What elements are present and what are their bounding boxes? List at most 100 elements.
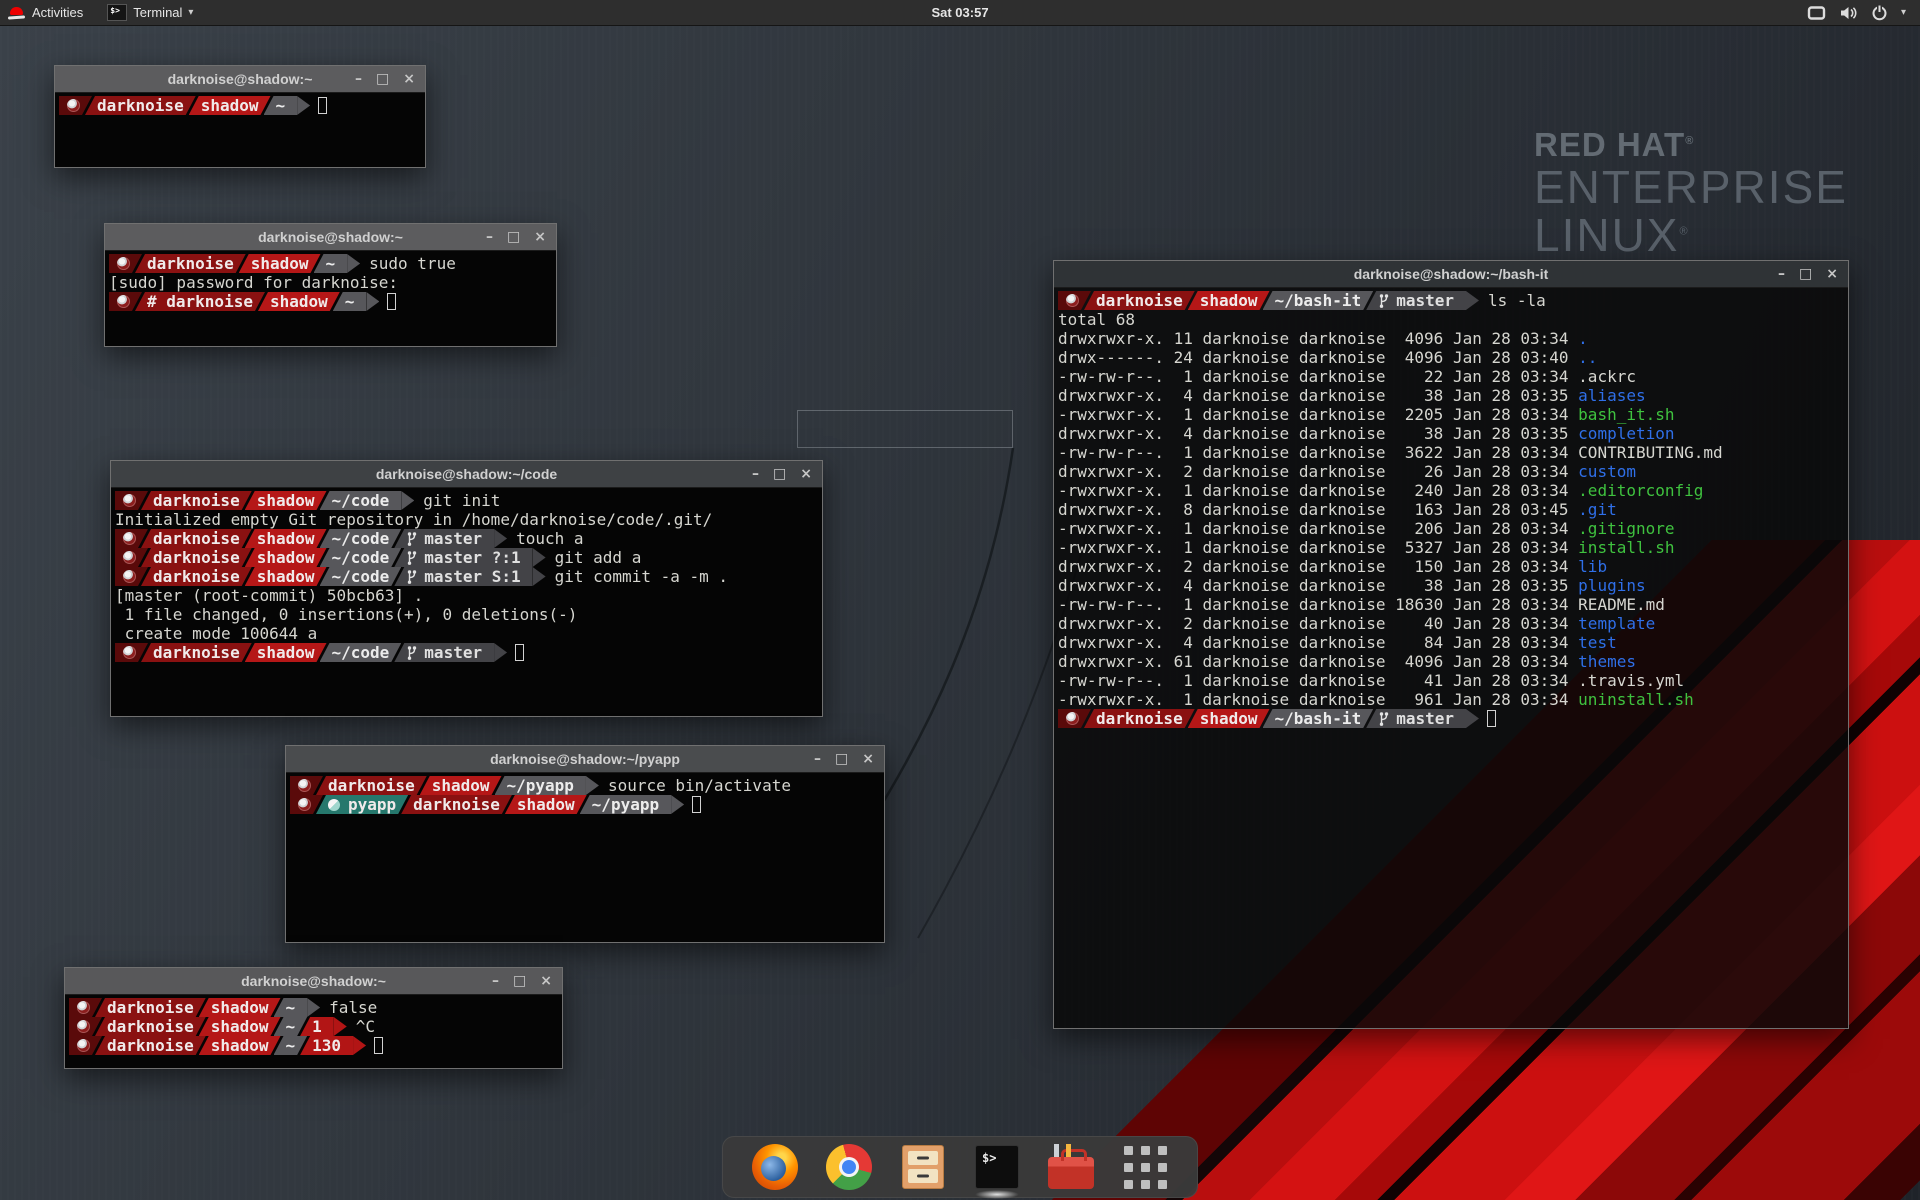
terminal-line: drwxrwxr-x. 11 darknoise darknoise 4096 … bbox=[1058, 329, 1848, 348]
minimize-button[interactable]: – bbox=[355, 72, 362, 86]
terminal-window[interactable]: darknoise@shadow:~–□×darknoiseshadow~fal… bbox=[64, 967, 563, 1069]
terminal-content[interactable]: darknoiseshadow~/bash-itmasterls -latota… bbox=[1054, 288, 1848, 1028]
app-menu-terminal[interactable]: $> Terminal ▾ bbox=[95, 0, 205, 25]
close-button[interactable]: × bbox=[534, 230, 546, 244]
window-controls: –□ × bbox=[1778, 261, 1838, 287]
terminal-line: darknoiseshadow~/bash-itmaster bbox=[1058, 709, 1848, 728]
terminal-content[interactable]: darknoiseshadow~sudo true[sudo] password… bbox=[105, 251, 556, 346]
window-titlebar[interactable]: darknoise@shadow:~/pyapp–□× bbox=[286, 746, 884, 773]
output-text: -rw-rw-r--. 1 darknoise darknoise 3622 J… bbox=[1058, 443, 1723, 462]
close-button[interactable]: × bbox=[403, 72, 415, 86]
prompt-arrow bbox=[307, 998, 320, 1017]
prompt-segment-host: shadow bbox=[245, 548, 327, 567]
clock[interactable]: Sat 03:57 bbox=[931, 5, 988, 20]
terminal-window[interactable]: darknoise@shadow:~–□×darknoiseshadow~sud… bbox=[104, 223, 557, 347]
firefox-icon bbox=[752, 1144, 798, 1190]
prompt-segment-git: master S:1 bbox=[394, 567, 532, 586]
file-name: install.sh bbox=[1578, 538, 1674, 557]
close-button[interactable]: × bbox=[1826, 267, 1838, 281]
distro-icon bbox=[123, 646, 136, 659]
terminal-content[interactable]: darknoiseshadow~falsedarknoiseshadow~1^C… bbox=[65, 995, 562, 1068]
window-titlebar[interactable]: darknoise@shadow:~–□× bbox=[105, 224, 556, 251]
output-text: create mode 100644 a bbox=[115, 624, 317, 643]
maximize-button[interactable]: □ bbox=[773, 467, 786, 481]
prompt-segment-venv: pyapp bbox=[316, 795, 408, 814]
window-titlebar[interactable]: darknoise@shadow:~–□× bbox=[65, 968, 562, 995]
maximize-button[interactable]: □ bbox=[513, 974, 526, 988]
terminal-window[interactable]: darknoise@shadow:~/code–□×darknoiseshado… bbox=[110, 460, 823, 717]
activities-button[interactable]: Activities bbox=[0, 0, 95, 25]
prompt-segment-host: shadow bbox=[245, 567, 327, 586]
dock-item-terminal[interactable]: $> bbox=[973, 1143, 1021, 1191]
minimize-button[interactable]: – bbox=[492, 974, 499, 988]
terminal-line: darknoiseshadow~sudo true bbox=[109, 254, 556, 273]
maximize-button[interactable]: □ bbox=[1799, 267, 1812, 281]
close-button[interactable]: × bbox=[862, 752, 874, 766]
file-cabinet-icon bbox=[902, 1145, 944, 1189]
minimize-button[interactable]: – bbox=[814, 752, 821, 766]
prompt-segment-user: darknoise bbox=[316, 776, 427, 795]
maximize-button[interactable]: □ bbox=[835, 752, 848, 766]
terminal-line: drwxrwxr-x. 4 darknoise darknoise 38 Jan… bbox=[1058, 576, 1848, 595]
file-name: .gitignore bbox=[1578, 519, 1674, 538]
file-name: . bbox=[1578, 329, 1588, 348]
maximize-button[interactable]: □ bbox=[376, 72, 389, 86]
terminal-window[interactable]: darknoise@shadow:~/pyapp–□×darknoiseshad… bbox=[285, 745, 885, 943]
git-branch-icon bbox=[406, 569, 418, 585]
window-title: darknoise@shadow:~ bbox=[168, 71, 313, 87]
output-text: [sudo] password for darknoise: bbox=[109, 273, 398, 292]
maximize-button[interactable]: □ bbox=[507, 230, 520, 244]
terminal-line: -rwxrwxr-x. 1 darknoise darknoise 961 Ja… bbox=[1058, 690, 1848, 709]
dock-item-toolbox[interactable] bbox=[1047, 1143, 1095, 1191]
distro-icon bbox=[123, 494, 136, 507]
running-indicator bbox=[975, 1190, 1019, 1199]
file-name: .travis.yml bbox=[1578, 671, 1684, 690]
prompt-segment-git: master bbox=[394, 529, 494, 548]
file-name: test bbox=[1578, 633, 1617, 652]
minimize-button[interactable]: – bbox=[486, 230, 493, 244]
terminal-line: darknoiseshadow~1^C bbox=[69, 1017, 562, 1036]
terminal-window[interactable]: darknoise@shadow:~ –□ × darknoiseshadow~ bbox=[54, 65, 426, 168]
distro-icon bbox=[67, 99, 80, 112]
terminal-content[interactable]: darknoiseshadow~ bbox=[55, 93, 425, 167]
distro-icon bbox=[298, 798, 311, 811]
terminal-content[interactable]: darknoiseshadow~/pyappsource bin/activat… bbox=[286, 773, 884, 942]
window-title: darknoise@shadow:~/bash-it bbox=[1354, 266, 1549, 282]
terminal-line: drwx------. 24 darknoise darknoise 4096 … bbox=[1058, 348, 1848, 367]
window-titlebar[interactable]: darknoise@shadow:~ –□ × bbox=[55, 66, 425, 93]
command-text: git add a bbox=[555, 548, 642, 567]
minimize-button[interactable]: – bbox=[1778, 267, 1785, 281]
file-name: themes bbox=[1578, 652, 1636, 671]
terminal-line: darknoiseshadow~/codemastertouch a bbox=[115, 529, 822, 548]
command-text: false bbox=[329, 998, 377, 1017]
window-titlebar[interactable]: darknoise@shadow:~/bash-it –□ × bbox=[1054, 261, 1848, 288]
dock-item-firefox[interactable] bbox=[751, 1143, 799, 1191]
close-button[interactable]: × bbox=[540, 974, 552, 988]
output-text: drwxrwxr-x. 4 darknoise darknoise 38 Jan… bbox=[1058, 576, 1646, 595]
dock-item-chrome[interactable] bbox=[825, 1143, 873, 1191]
window-controls: –□ × bbox=[752, 461, 812, 487]
file-name: bash_it.sh bbox=[1578, 405, 1674, 424]
dock-item-app-grid[interactable] bbox=[1121, 1143, 1169, 1191]
terminal-line: create mode 100644 a bbox=[115, 624, 822, 643]
terminal-content[interactable]: darknoiseshadow~/codegit initInitialized… bbox=[111, 488, 822, 716]
brand-line-3: LINUX® bbox=[1534, 212, 1848, 260]
toolbox-icon bbox=[1048, 1157, 1094, 1189]
terminal-line: darknoiseshadow~/bash-itmasterls -la bbox=[1058, 291, 1848, 310]
distro-icon bbox=[123, 551, 136, 564]
file-name: CONTRIBUTING.md bbox=[1578, 443, 1723, 462]
prompt-arrow bbox=[494, 643, 507, 662]
terminal-window[interactable]: darknoise@shadow:~/bash-it –□ × darknoisesh… bbox=[1053, 260, 1849, 1029]
minimize-button[interactable]: – bbox=[752, 467, 759, 481]
output-text: -rwxrwxr-x. 1 darknoise darknoise 2205 J… bbox=[1058, 405, 1675, 424]
close-button[interactable]: × bbox=[800, 467, 812, 481]
prompt-arrow bbox=[671, 795, 684, 814]
terminal-line: drwxrwxr-x. 4 darknoise darknoise 38 Jan… bbox=[1058, 386, 1848, 405]
window-titlebar[interactable]: darknoise@shadow:~/code–□× bbox=[111, 461, 822, 488]
command-text: touch a bbox=[516, 529, 583, 548]
prompt-segment-host: shadow bbox=[245, 643, 327, 662]
system-status-area[interactable]: ▾ bbox=[1801, 0, 1912, 25]
output-text: -rwxrwxr-x. 1 darknoise darknoise 206 Ja… bbox=[1058, 519, 1675, 538]
dock-item-files[interactable] bbox=[899, 1143, 947, 1191]
terminal-line: drwxrwxr-x. 4 darknoise darknoise 84 Jan… bbox=[1058, 633, 1848, 652]
